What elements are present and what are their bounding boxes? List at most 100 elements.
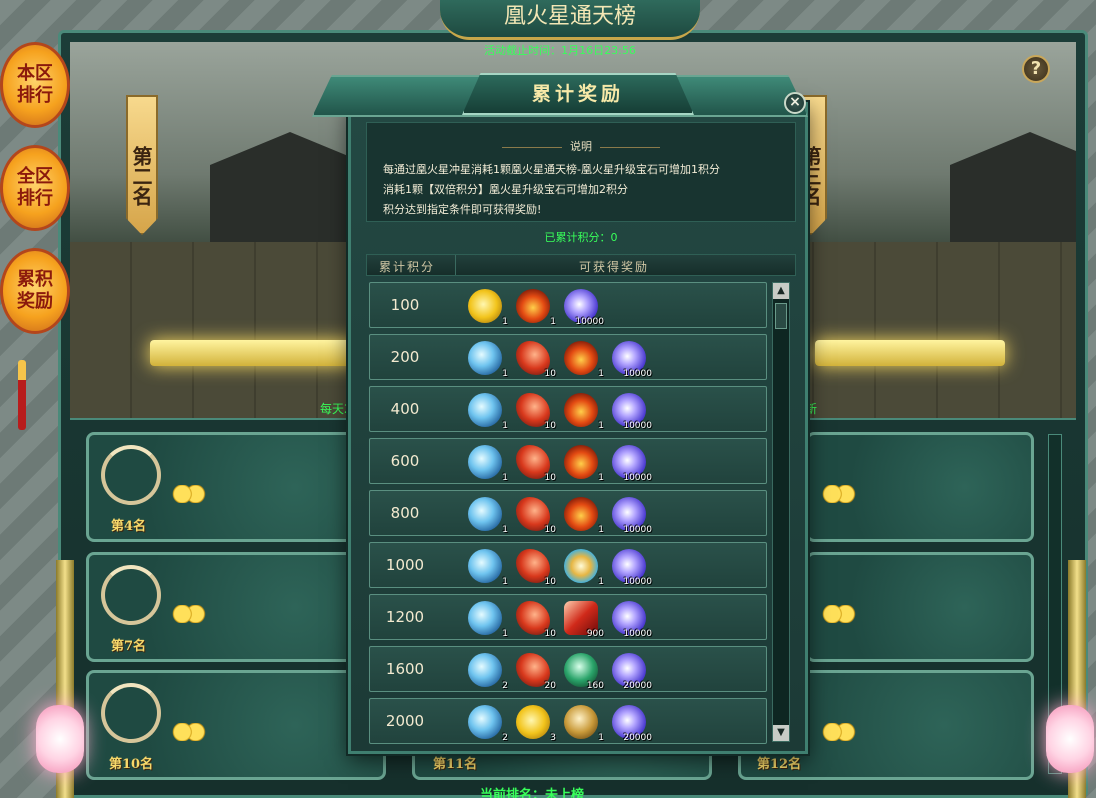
ice-feather-icon[interactable]: 1	[468, 393, 508, 431]
ice-feather-icon[interactable]: 1	[468, 549, 508, 587]
red-feather-icon[interactable]: 10	[516, 393, 556, 431]
item-count: 1	[502, 473, 508, 483]
rank-banner-second: 第二名	[126, 95, 158, 235]
reward-row: 1200 1 10 900 10000	[369, 594, 767, 640]
scroll-down-arrow-icon[interactable]: ▼	[773, 725, 789, 741]
red-feather-icon[interactable]: 10	[516, 341, 556, 379]
fire-emblem-icon[interactable]: 1	[564, 497, 604, 535]
fire-emblem-icon[interactable]: 1	[564, 341, 604, 379]
item-count: 1	[598, 473, 604, 483]
modal-title: 累计奖励	[462, 73, 694, 115]
help-button[interactable]: ?	[1022, 55, 1050, 83]
fire-emblem-icon[interactable]: 1	[564, 445, 604, 483]
jade-orb-icon[interactable]: 160	[564, 653, 604, 691]
item-count: 10	[544, 629, 556, 639]
reward-list-scrollbar[interactable]: ▲ ▼	[772, 282, 790, 742]
fire-emblem-icon[interactable]: 1	[564, 393, 604, 431]
reward-row: 600 1 10 1 10000	[369, 438, 767, 484]
item-count: 20	[544, 681, 556, 691]
rank-card-right-1[interactable]	[806, 432, 1034, 542]
swirl-gem-icon[interactable]: 1	[564, 549, 604, 587]
item-count: 10	[544, 525, 556, 535]
nav-accumulated-reward[interactable]: 累积奖励	[0, 248, 70, 334]
description-box: 说明 每通过凰火星冲星消耗1颗凰火星通天榜-凰火星升级宝石可增加1积分 消耗1颗…	[366, 122, 796, 222]
reward-row: 800 1 10 1 10000	[369, 490, 767, 536]
reward-row: 2000 2 3 1 20000	[369, 698, 767, 744]
gold-wing-icon[interactable]: 1	[468, 289, 508, 327]
ice-feather-icon[interactable]: 1	[468, 341, 508, 379]
item-count: 1	[550, 317, 556, 327]
item-count: 1	[502, 525, 508, 535]
item-count: 10000	[623, 421, 652, 431]
gold-gem-icon[interactable]: 1	[564, 705, 604, 743]
reward-row-score: 2000	[385, 712, 425, 730]
necklace-icon	[101, 445, 161, 505]
column-header-score: 累计积分	[379, 260, 436, 274]
accumulated-score: 已累计积分：0	[544, 231, 618, 244]
purple-orb-icon[interactable]: 10000	[612, 445, 652, 483]
purple-orb-icon[interactable]: 10000	[612, 497, 652, 535]
purple-orb-icon[interactable]: 10000	[612, 549, 652, 587]
temple-right-decoration	[950, 132, 1076, 242]
rank-card-right-2[interactable]	[806, 552, 1034, 662]
nav-local-ranking-label: 本区排行	[17, 63, 53, 106]
red-feather-icon[interactable]: 10	[516, 497, 556, 535]
purple-orb-icon[interactable]: 10000	[612, 601, 652, 639]
rank-card-4[interactable]: 第4名	[86, 432, 386, 542]
ice-feather-icon[interactable]: 2	[468, 705, 508, 743]
item-count: 10000	[623, 629, 652, 639]
nav-accumulated-reward-label: 累积奖励	[17, 269, 53, 312]
rank-card-label: 第7名	[111, 639, 147, 654]
ice-feather-icon[interactable]: 1	[468, 601, 508, 639]
gold-wing-icon[interactable]: 3	[516, 705, 556, 743]
purple-orb-icon[interactable]: 20000	[612, 653, 652, 691]
scroll-thumb[interactable]	[775, 303, 787, 329]
fire-emblem-icon[interactable]: 1	[516, 289, 556, 327]
item-count: 10000	[623, 473, 652, 483]
ice-feather-icon[interactable]: 1	[468, 445, 508, 483]
gold-coins-icon	[169, 723, 207, 741]
item-count: 10	[544, 369, 556, 379]
gold-coins-icon	[819, 485, 857, 503]
red-blade-icon[interactable]: 900	[564, 601, 604, 639]
red-feather-icon[interactable]: 10	[516, 549, 556, 587]
item-count: 1	[598, 577, 604, 587]
reward-row-score: 600	[390, 452, 420, 470]
item-count: 10000	[623, 525, 652, 535]
red-feather-icon[interactable]: 20	[516, 653, 556, 691]
item-count: 10	[544, 421, 556, 431]
reward-row: 100 1 1 10000	[369, 282, 767, 328]
event-deadline: 活动截止时间：1月16日23:56	[484, 44, 636, 57]
rank-card-7[interactable]: 第7名	[86, 552, 386, 662]
red-feather-icon[interactable]: 10	[516, 445, 556, 483]
column-divider	[455, 255, 456, 275]
description-line: 消耗1颗【双倍积分】凰火星升级宝石可增加2积分	[383, 183, 628, 196]
gold-coins-icon	[169, 605, 207, 623]
nav-global-ranking[interactable]: 全区排行	[0, 145, 70, 231]
item-count: 1	[502, 577, 508, 587]
necklace-icon	[101, 683, 161, 743]
item-count: 10000	[575, 317, 604, 327]
red-feather-icon[interactable]: 10	[516, 601, 556, 639]
gold-coins-icon	[819, 723, 857, 741]
reward-list: 100 1 1 10000 200 1 10 1 10000 400 1 10 1 10000 600 1 10…	[366, 278, 796, 746]
column-header-reward: 可获得奖励	[579, 260, 650, 274]
reward-row: 400 1 10 1 10000	[369, 386, 767, 432]
ice-feather-icon[interactable]: 2	[468, 653, 508, 691]
ice-feather-icon[interactable]: 1	[468, 497, 508, 535]
item-count: 3	[550, 733, 556, 743]
purple-orb-icon[interactable]: 10000	[612, 341, 652, 379]
nav-global-ranking-label: 全区排行	[17, 166, 53, 209]
lantern-right-decoration	[1046, 705, 1094, 773]
reward-row-score: 800	[390, 504, 420, 522]
purple-orb-icon[interactable]: 10000	[612, 393, 652, 431]
purple-orb-icon[interactable]: 10000	[564, 289, 604, 327]
item-count: 20000	[623, 733, 652, 743]
gold-coins-icon	[819, 605, 857, 623]
scroll-up-arrow-icon[interactable]: ▲	[773, 283, 789, 299]
purple-orb-icon[interactable]: 20000	[612, 705, 652, 743]
rank-card-10[interactable]: 第10名	[86, 670, 386, 780]
nav-local-ranking[interactable]: 本区排行	[0, 42, 70, 128]
item-count: 2	[502, 681, 508, 691]
close-icon[interactable]: ×	[784, 92, 806, 114]
